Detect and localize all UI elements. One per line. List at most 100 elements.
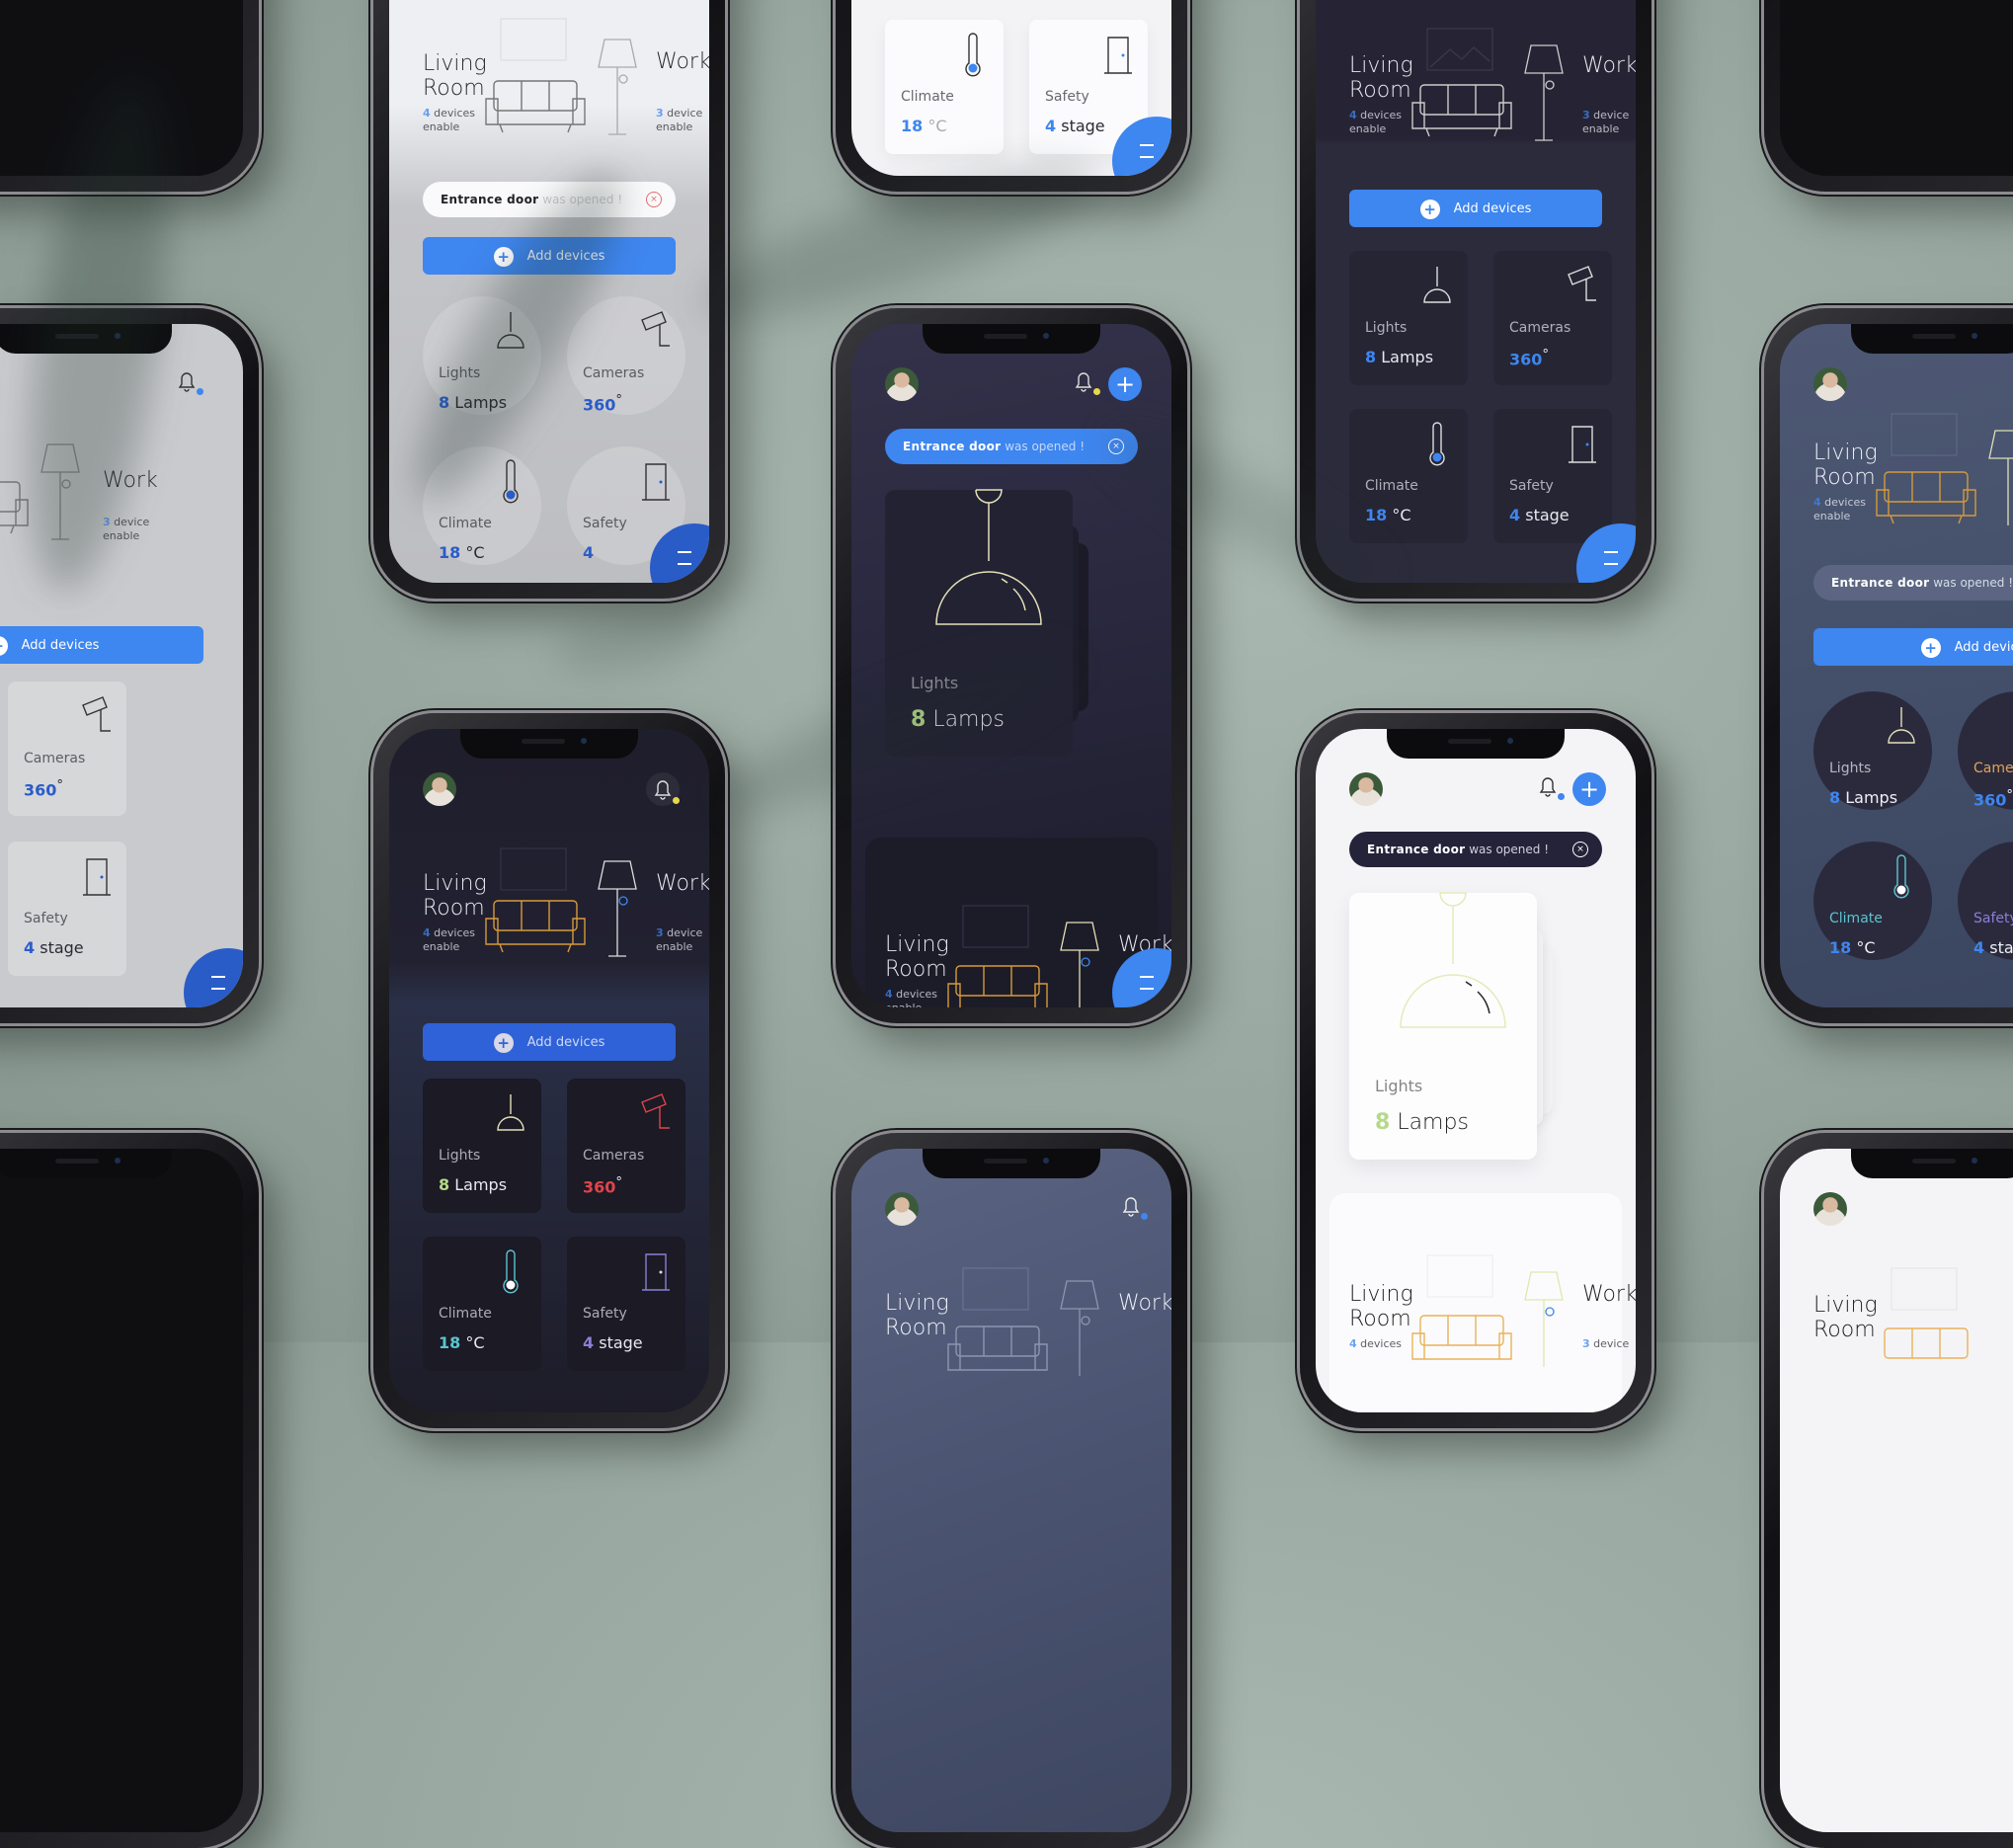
tile-cameras[interactable]: Cameras 360° xyxy=(567,1079,685,1213)
tile-value: 8 Lamps xyxy=(1365,348,1434,366)
user-avatar[interactable] xyxy=(423,772,456,806)
phone-dark-dashboard-top: Living Room 4 devices enable Work 3 device… xyxy=(1300,0,1651,599)
tile-label: Climate xyxy=(901,89,954,105)
bell-icon xyxy=(654,780,672,800)
picture-frame-icon xyxy=(962,1267,1029,1311)
sofa-icon xyxy=(1884,1327,1969,1359)
phone-blank-bottom-left xyxy=(0,1133,259,1848)
notifications-button[interactable] xyxy=(176,369,203,395)
notification-toast[interactable]: Entrance door was opened ! × xyxy=(885,429,1138,464)
rooms-carousel[interactable]: Living Room 4 devices enable xyxy=(1780,413,2013,561)
tile-label: Cameras xyxy=(583,365,645,381)
phone-screen: Living Room xyxy=(1780,1149,2013,1832)
toast-subject: Entrance door xyxy=(1367,843,1466,856)
room-title: Work xyxy=(1118,1291,1171,1316)
notifications-button[interactable] xyxy=(1537,774,1565,800)
user-avatar[interactable] xyxy=(1813,367,1847,401)
toast-message: was opened ! xyxy=(1469,843,1550,856)
room-device-count: 3 deviceenable xyxy=(103,516,150,542)
phone-screen xyxy=(1780,0,2013,176)
floor-lamp-icon xyxy=(1524,1271,1564,1367)
notification-toast[interactable]: Entrance door was opened ! × xyxy=(423,182,676,217)
pendant-lamp-icon xyxy=(1423,267,1451,303)
user-avatar[interactable] xyxy=(1813,1192,1847,1226)
phone-screen: Living Room 4 devices enable Work 3 device… xyxy=(389,0,709,583)
room-title: Living Room xyxy=(885,1291,949,1340)
room-title: Living Room xyxy=(1813,441,1878,490)
tile-label: Lights xyxy=(1365,320,1408,336)
floor-lamp-icon xyxy=(598,860,637,957)
tile-label: Safety xyxy=(1973,911,2013,926)
close-icon[interactable]: × xyxy=(1572,842,1588,857)
menu-fab[interactable] xyxy=(184,948,243,1007)
tile-climate[interactable]: Climate 18 °C xyxy=(423,446,541,565)
tile-lights[interactable]: Lights 8 Lamps xyxy=(423,1079,541,1213)
room-title: Work xyxy=(1582,53,1636,78)
notifications-button[interactable] xyxy=(646,772,680,806)
toast-subject: Entrance door xyxy=(903,440,1002,453)
tile-label: Climate xyxy=(439,1306,492,1322)
notch xyxy=(923,324,1100,354)
sofa-icon xyxy=(947,965,1048,1007)
menu-icon xyxy=(678,551,691,565)
notification-dot xyxy=(673,797,680,804)
tile-safety[interactable]: Safety 4 stage xyxy=(1958,842,2013,960)
tile-lights[interactable]: Lights 8 Lamps xyxy=(1813,691,1932,810)
add-devices-button[interactable]: +Add devices xyxy=(0,626,203,664)
tile-cameras[interactable]: Cameras 360° xyxy=(567,296,685,415)
toast-message: was opened ! xyxy=(542,193,623,206)
rooms-carousel[interactable]: LivingRoom Work 3 deviceenable xyxy=(0,442,243,591)
tile-climate[interactable]: Climate 18 °C xyxy=(423,1237,541,1371)
tile-climate[interactable]: Climate 18 °C xyxy=(885,20,1004,154)
room-title: Living Room xyxy=(423,871,487,921)
tile-cameras[interactable]: Cameras 360° xyxy=(1958,691,2013,810)
rooms-carousel[interactable]: LivingRoom 4 devicesenable Work 3 device… xyxy=(389,847,709,996)
tile-safety[interactable]: Safety 4 stage xyxy=(567,1237,685,1371)
close-icon[interactable]: × xyxy=(646,192,662,207)
rooms-carousel[interactable]: Living Room Work xyxy=(851,1267,1171,1415)
tile-label: Cameras xyxy=(1509,320,1571,336)
room-device-count: 3 deviceenable xyxy=(656,926,703,953)
user-avatar[interactable] xyxy=(885,367,919,401)
rooms-carousel[interactable]: LivingRoom 4 devicesenable Work 3 device… xyxy=(389,18,709,166)
floor-lamp-icon xyxy=(1060,1280,1099,1376)
tile-climate[interactable]: Climate 18 °C xyxy=(1349,409,1468,543)
add-devices-button[interactable]: +Add devices xyxy=(423,1023,676,1061)
tile-cameras[interactable]: Cameras 360° xyxy=(8,682,126,816)
rooms-carousel[interactable]: LivingRoom 4 devicesenable Work 3 device… xyxy=(1316,18,1636,166)
notification-toast[interactable]: Entrance door was opened ! xyxy=(1813,565,2013,601)
tile-value: 360° xyxy=(583,1175,623,1197)
tile-climate[interactable]: Climate 18 °C xyxy=(1813,842,1932,960)
add-devices-button[interactable]: +Add devices xyxy=(1349,190,1602,227)
notifications-button[interactable] xyxy=(1073,369,1100,395)
plus-icon: + xyxy=(1419,199,1440,219)
user-avatar[interactable] xyxy=(1349,772,1383,806)
tile-value: 18 °C xyxy=(439,543,485,562)
notification-toast[interactable]: Entrance door was opened ! × xyxy=(1349,832,1602,867)
lights-card[interactable]: Lights 8 Lamps xyxy=(1349,892,1537,1160)
tile-cameras[interactable]: Cameras 360° xyxy=(1493,251,1612,385)
tile-safety[interactable]: Safety 4 stage xyxy=(8,842,126,976)
notification-dot xyxy=(197,388,203,395)
add-button[interactable]: + xyxy=(1108,367,1142,401)
tile-value: 18 °C xyxy=(1829,938,1876,957)
notifications-button[interactable] xyxy=(1120,1194,1148,1220)
sofa-icon xyxy=(0,481,29,534)
tile-lights[interactable]: Lights 8 Lamps xyxy=(1349,251,1468,385)
close-icon[interactable]: × xyxy=(1108,439,1124,454)
rooms-carousel[interactable]: Living Room 4 devices Work 3 device xyxy=(1329,1193,1636,1412)
tile-lights[interactable]: Lights 8 Lamps xyxy=(423,296,541,415)
lights-card[interactable]: Lights 8 Lamps xyxy=(885,489,1073,757)
tile-value: 4 stage xyxy=(1973,938,2013,957)
notification-dot xyxy=(1558,793,1565,800)
add-button[interactable]: + xyxy=(1572,772,1606,806)
user-avatar[interactable] xyxy=(885,1192,919,1226)
add-devices-button[interactable]: +Add devices xyxy=(423,237,676,275)
room-device-count: 4 devicesenable xyxy=(885,988,938,1007)
room-device-count: 4 devicesenable xyxy=(1813,496,1867,522)
tile-value: 8 Lamps xyxy=(439,393,508,412)
tile-value: 4 stage xyxy=(1509,506,1570,524)
tile-safety[interactable]: Safety 4 stage xyxy=(1493,409,1612,543)
rooms-carousel[interactable]: Living Room xyxy=(1780,1267,2013,1415)
add-devices-button[interactable]: +Add devices xyxy=(1813,628,2013,666)
